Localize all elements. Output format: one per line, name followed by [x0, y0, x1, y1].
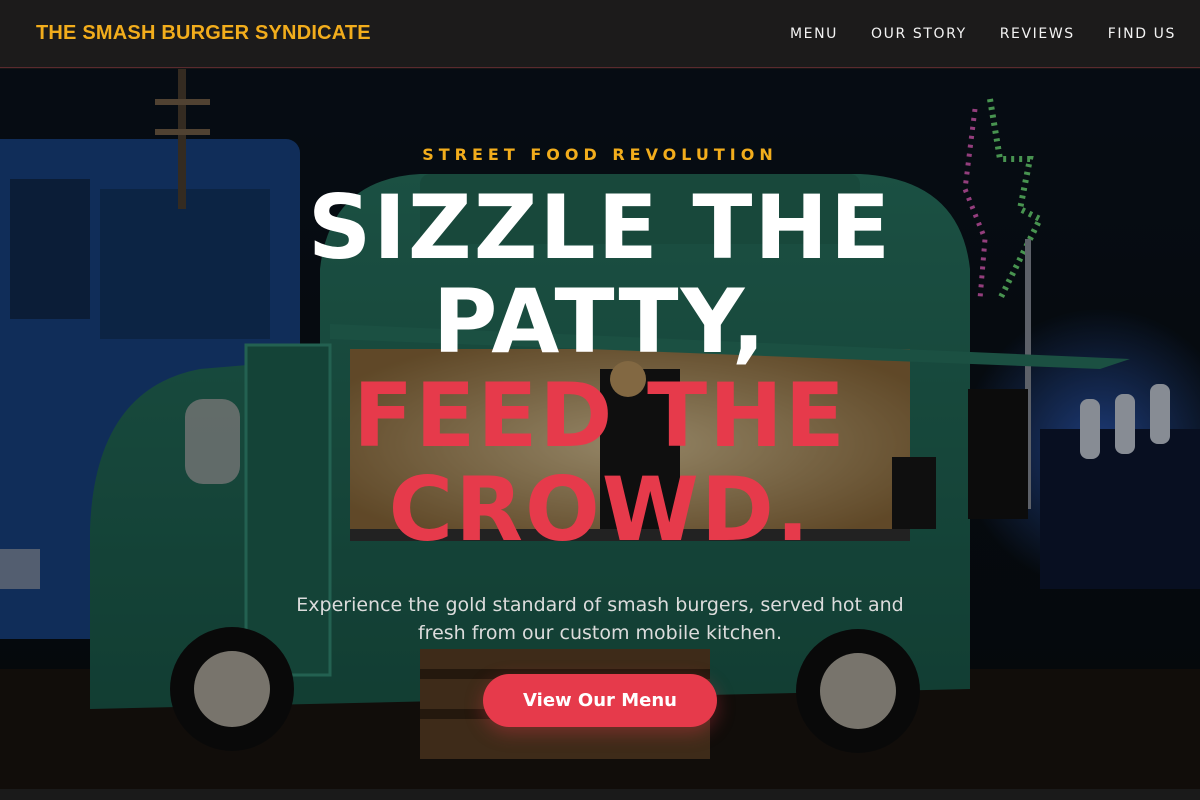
nav-link-menu[interactable]: MENU [790, 26, 838, 42]
nav-link-find-us[interactable]: FIND US [1108, 26, 1176, 42]
brand-logo[interactable]: THE SMASH BURGER SYNDICATE [36, 22, 371, 45]
view-menu-button[interactable]: View Our Menu [483, 674, 717, 727]
headline-line-1: SIZZLE THE PATTY, [307, 176, 893, 373]
nav-links: MENU OUR STORY REVIEWS FIND US [790, 26, 1176, 42]
hero-headline: SIZZLE THE PATTY, FEED THE CROWD. [200, 181, 1000, 557]
nav-link-our-story[interactable]: OUR STORY [871, 26, 967, 42]
hero-eyebrow: STREET FOOD REVOLUTION [422, 145, 778, 164]
hero-content: STREET FOOD REVOLUTION SIZZLE THE PATTY,… [0, 69, 1200, 789]
hero-subtitle: Experience the gold standard of smash bu… [296, 594, 904, 644]
page-bottom-edge [0, 789, 1200, 800]
headline-line-2: FEED THE CROWD. [353, 364, 847, 561]
nav-link-reviews[interactable]: REVIEWS [1000, 26, 1075, 42]
top-nav: THE SMASH BURGER SYNDICATE MENU OUR STOR… [0, 0, 1200, 68]
hero-section: STREET FOOD REVOLUTION SIZZLE THE PATTY,… [0, 69, 1200, 789]
